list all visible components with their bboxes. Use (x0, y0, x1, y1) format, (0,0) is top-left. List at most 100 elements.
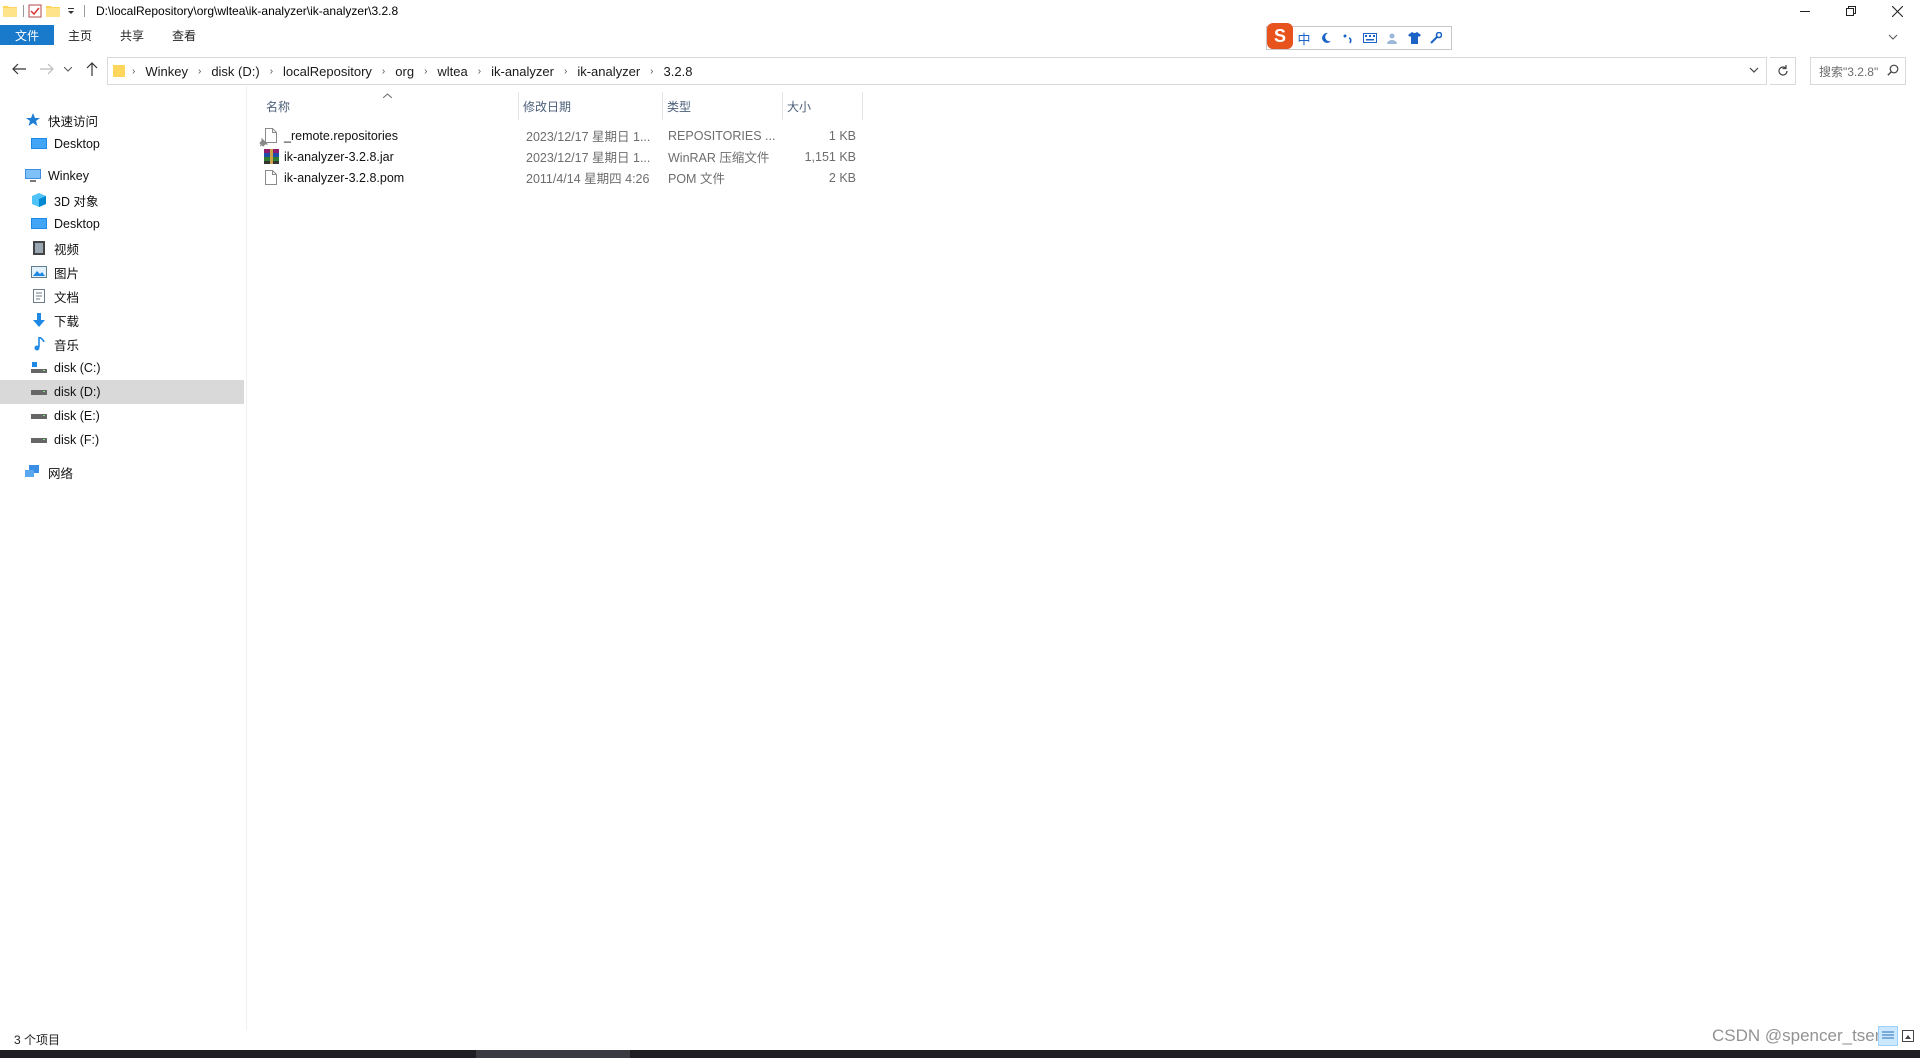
breadcrumb-chevron-icon[interactable]: › (644, 66, 659, 77)
search-icon[interactable] (1887, 64, 1899, 79)
recent-locations-chevron-icon[interactable] (63, 60, 73, 78)
drive-icon (30, 408, 48, 424)
nav-quick-access[interactable]: 快速访问 (24, 108, 268, 132)
moon-icon[interactable] (1315, 32, 1337, 44)
pane-divider[interactable] (246, 86, 247, 1030)
file-name: ik-analyzer-3.2.8.pom (284, 170, 405, 185)
breadcrumb-chevron-icon[interactable]: › (418, 66, 433, 77)
breadcrumb-chevron-icon[interactable]: › (126, 66, 141, 77)
nav-label: 文档 (54, 290, 80, 305)
file-name-cell: _remote.repositories (262, 127, 518, 145)
address-dropdown-icon[interactable] (1748, 63, 1760, 80)
nav-label: Desktop (54, 217, 100, 231)
network-icon (24, 464, 42, 480)
ribbon-tabs: 文件 主页 共享 查看 (0, 24, 1920, 46)
breadcrumb-ik-analyzer[interactable]: ik-analyzer (487, 64, 558, 79)
nav-label: 图片 (54, 266, 80, 281)
column-date-modified[interactable]: 修改日期 (519, 92, 663, 120)
large-icons-view-icon[interactable] (1898, 1026, 1918, 1046)
close-button[interactable] (1874, 0, 1920, 22)
new-folder-icon[interactable] (45, 3, 61, 19)
breadcrumb-chevron-icon[interactable]: › (264, 66, 279, 77)
tab-view[interactable]: 查看 (158, 24, 210, 46)
nav-disk-d[interactable]: disk (D:) (0, 380, 244, 404)
desktop-icon (30, 216, 48, 232)
breadcrumb-org[interactable]: org (391, 64, 418, 79)
taskbar-active-app[interactable] (476, 1050, 630, 1058)
user-icon[interactable] (1381, 32, 1403, 44)
keyboard-icon[interactable] (1359, 33, 1381, 43)
breadcrumb-chevron-icon[interactable]: › (558, 66, 573, 77)
nav-label: 3D 对象 (54, 194, 99, 209)
nav-music[interactable]: 音乐 (30, 332, 274, 356)
nav-this-pc[interactable]: Winkey (24, 164, 268, 188)
skin-shirt-icon[interactable] (1403, 32, 1425, 44)
tab-home[interactable]: 主页 (54, 24, 106, 46)
minimize-button[interactable] (1782, 0, 1828, 22)
details-view-icon[interactable] (1878, 1026, 1898, 1046)
nav-downloads[interactable]: 下载 (30, 308, 274, 332)
breadcrumb-chevron-icon[interactable]: › (472, 66, 487, 77)
column-type[interactable]: 类型 (663, 92, 783, 120)
sogou-logo-icon[interactable]: S (1267, 23, 1293, 49)
nav-videos[interactable]: 视频 (30, 236, 274, 260)
nav-network[interactable]: 网络 (24, 460, 268, 484)
nav-documents[interactable]: 文档 (30, 284, 274, 308)
music-note-icon (30, 336, 48, 352)
nav-quick-desktop[interactable]: Desktop (30, 132, 274, 156)
breadcrumb-disk-d[interactable]: disk (D:) (207, 64, 263, 79)
file-type: POM 文件 (668, 172, 725, 186)
breadcrumb-ik-analyzer-sub[interactable]: ik-analyzer (573, 64, 644, 79)
file-date: 2011/4/14 星期四 4:26 (526, 172, 650, 186)
folder-icon[interactable] (2, 3, 18, 19)
breadcrumb-chevron-icon[interactable]: › (376, 66, 391, 77)
blank-file-icon (262, 169, 280, 187)
breadcrumb-winkey[interactable]: Winkey (141, 64, 192, 79)
tab-share[interactable]: 共享 (106, 24, 158, 46)
file-size: 2 KB (828, 170, 856, 185)
punctuation-icon[interactable] (1337, 32, 1359, 44)
nav-label: disk (D:) (54, 385, 101, 399)
column-name[interactable]: 名称 (262, 92, 519, 120)
breadcrumb-version[interactable]: 3.2.8 (660, 64, 697, 79)
nav-disk-f[interactable]: disk (F:) (30, 428, 274, 452)
nav-desktop[interactable]: Desktop (30, 212, 274, 236)
restore-button[interactable] (1828, 0, 1874, 22)
nav-disk-c[interactable]: disk (C:) (30, 356, 274, 380)
properties-icon[interactable] (27, 3, 43, 19)
tab-file[interactable]: 文件 (0, 25, 55, 45)
view-toggle (1878, 1026, 1918, 1046)
film-icon (30, 240, 48, 256)
forward-arrow-icon[interactable] (38, 60, 56, 78)
wrench-icon[interactable] (1425, 32, 1447, 44)
file-row[interactable]: ik-analyzer-3.2.8.pom 2011/4/14 星期四 4:26… (262, 167, 862, 188)
refresh-button[interactable] (1770, 57, 1796, 85)
expand-ribbon-icon[interactable] (1888, 29, 1898, 43)
column-size[interactable]: 大小 (783, 92, 863, 120)
nav-label: Desktop (54, 137, 100, 151)
status-bar: 3 个项目 (0, 1028, 1920, 1050)
document-icon (30, 288, 48, 304)
ime-language[interactable]: 中 (1293, 29, 1315, 48)
nav-label: 视频 (54, 242, 80, 257)
nav-pictures[interactable]: 图片 (30, 260, 274, 284)
nav-label: Winkey (48, 169, 89, 183)
file-name-cell: ik-analyzer-3.2.8.pom (262, 169, 518, 187)
search-input[interactable]: 搜索"3.2.8" (1810, 57, 1906, 85)
nav-label: 网络 (48, 466, 74, 481)
up-arrow-icon[interactable] (83, 60, 101, 78)
file-size: 1 KB (828, 128, 856, 143)
breadcrumb-localrepository[interactable]: localRepository (279, 64, 376, 79)
nav-disk-e[interactable]: disk (E:) (30, 404, 274, 428)
address-bar[interactable]: › Winkey › disk (D:) › localRepository ›… (107, 57, 1767, 85)
computer-icon (24, 168, 42, 184)
customize-dropdown-icon[interactable] (63, 3, 79, 19)
back-arrow-icon[interactable] (10, 60, 28, 78)
file-row[interactable]: _remote.repositories 2023/12/17 星期日 1...… (262, 125, 862, 146)
breadcrumb-wltea[interactable]: wltea (433, 64, 471, 79)
file-row[interactable]: ik-analyzer-3.2.8.jar 2023/12/17 星期日 1..… (262, 146, 862, 167)
drive-icon (30, 432, 48, 448)
nav-3d-objects[interactable]: 3D 对象 (30, 188, 274, 212)
title-bar: D:\localRepository\org\wltea\ik-analyzer… (0, 0, 1920, 22)
breadcrumb-chevron-icon[interactable]: › (192, 66, 207, 77)
